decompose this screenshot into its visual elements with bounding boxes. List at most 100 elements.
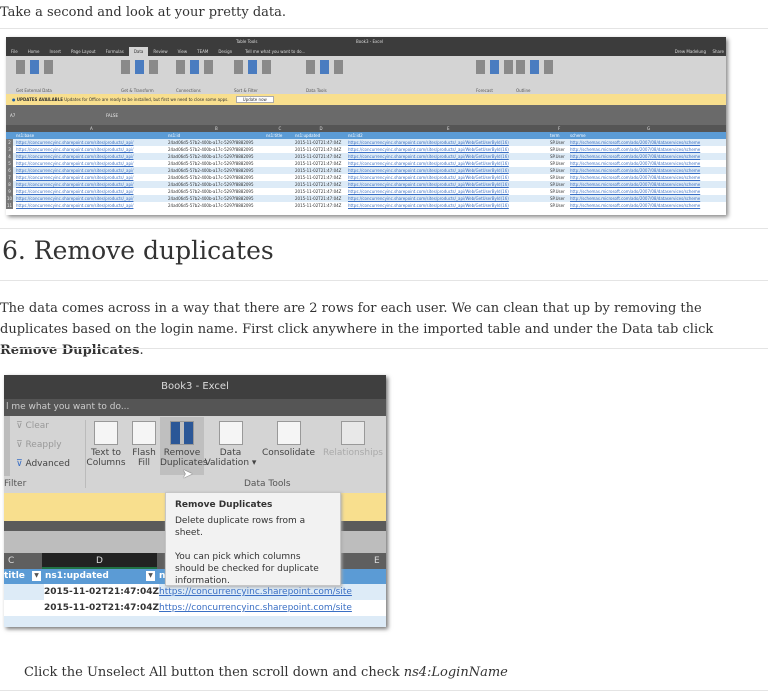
table-cell[interactable]: https://concurrencyinc.sharepoint.com/si… (348, 181, 547, 188)
ribbon-button-icon[interactable] (476, 60, 485, 74)
table-cell[interactable]: http://schemas.microsoft.com/ado/2007/08… (570, 174, 725, 181)
table-cell[interactable]: http://schemas.microsoft.com/ado/2007/08… (570, 153, 725, 160)
column-letter[interactable]: D (320, 125, 323, 132)
row-number[interactable]: 10 (6, 195, 13, 202)
ribbon-button-consolidate[interactable]: Consolidate (257, 417, 320, 475)
table-cell[interactable]: http://schemas.microsoft.com/ado/2007/08… (570, 139, 725, 146)
table-cell[interactable]: https://concurrencyinc.sharepoint.com/si… (16, 153, 165, 160)
table-cell[interactable]: https://concurrencyinc.sharepoint.com/si… (348, 202, 547, 209)
table-cell[interactable]: http://schemas.microsoft.com/ado/2007/08… (570, 160, 725, 167)
ribbon-button-icon (276, 421, 301, 445)
table-cell[interactable]: http://schemas.microsoft.com/ado/2007/08… (570, 167, 725, 174)
ribbon-button-icon[interactable] (234, 60, 243, 74)
row-number[interactable]: 8 (6, 181, 13, 188)
row-number[interactable]: 4 (6, 153, 13, 160)
column-letter[interactable]: B (215, 125, 218, 132)
row-number[interactable]: 11 (6, 202, 13, 209)
filter-dropdown-icon[interactable]: ▼ (146, 571, 155, 581)
column-d[interactable]: D (42, 553, 157, 569)
ribbon-button-icon[interactable] (262, 60, 271, 74)
column-letter[interactable]: G (647, 125, 650, 132)
table-cell[interactable]: https://concurrencyinc.sharepoint.com/si… (348, 139, 547, 146)
column-letter[interactable]: F (558, 125, 560, 132)
row-number[interactable]: 5 (6, 160, 13, 167)
ribbon-button-icon[interactable] (544, 60, 553, 74)
table-cell[interactable]: https://concurrencyinc.sharepoint.com/si… (16, 174, 165, 181)
column-e[interactable]: E (374, 553, 380, 569)
tell-me-box[interactable]: l me what you want to do... (4, 399, 386, 416)
ribbon-tab[interactable]: Review (148, 47, 172, 56)
row-number[interactable]: 9 (6, 188, 13, 195)
table-cell[interactable]: https://concurrencyinc.sharepoint.com/si… (16, 188, 165, 195)
clear-button[interactable]: ⊽ Clear (16, 421, 49, 431)
table-cell[interactable]: http://schemas.microsoft.com/ado/2007/08… (570, 181, 725, 188)
table-cell[interactable]: https://concurrencyinc.sharepoint.com/si… (348, 167, 547, 174)
column-letter[interactable]: A (90, 125, 93, 132)
table-cell[interactable]: https://concurrencyinc.sharepoint.com/si… (348, 160, 547, 167)
table-cell[interactable]: http://schemas.microsoft.com/ado/2007/08… (570, 195, 725, 202)
ribbon-button-icon[interactable] (504, 60, 513, 74)
table-cell[interactable]: https://concurrencyinc.sharepoint.com/si… (348, 188, 547, 195)
table-cell[interactable]: http://schemas.microsoft.com/ado/2007/08… (570, 188, 725, 195)
table-cell[interactable]: https://concurrencyinc.sharepoint.com/si… (348, 153, 547, 160)
ribbon-tab[interactable]: Data (128, 47, 149, 56)
table-cell[interactable]: https://concurrencyinc.sharepoint.com/si… (348, 195, 547, 202)
ribbon-button-icon[interactable] (490, 60, 499, 74)
instruction-paragraph: The data comes across in a way that ther… (0, 301, 714, 358)
table-link[interactable]: https://concurrencyinc.sharepoint.com/si… (159, 600, 352, 616)
table-cell[interactable]: http://schemas.microsoft.com/ado/2007/08… (570, 146, 725, 153)
table-cell[interactable]: https://concurrencyinc.sharepoint.com/si… (16, 181, 165, 188)
ribbon-tab[interactable]: Formulas (101, 47, 129, 56)
ribbon-button-icon[interactable] (320, 60, 329, 74)
row-number[interactable]: 2 (6, 139, 13, 146)
share-button[interactable]: Share (712, 49, 724, 54)
ribbon-button-icon[interactable] (190, 60, 199, 74)
ribbon-tab[interactable]: Home (23, 47, 45, 56)
row-number[interactable]: 3 (6, 146, 13, 153)
table-cell[interactable]: https://concurrencyinc.sharepoint.com/si… (16, 195, 165, 202)
ribbon-button-icon[interactable] (149, 60, 158, 74)
ribbon-tab[interactable]: Page Layout (66, 47, 101, 56)
ribbon-button-text-to[interactable]: Text to Columns (86, 417, 126, 475)
ribbon-tab[interactable]: File (6, 47, 23, 56)
column-c[interactable]: C (8, 553, 14, 569)
ribbon-tab[interactable]: View (173, 47, 193, 56)
filter-dropdown-icon[interactable]: ▼ (32, 571, 41, 581)
table-cell[interactable]: https://concurrencyinc.sharepoint.com/si… (348, 174, 547, 181)
ribbon-button-icon[interactable] (204, 60, 213, 74)
ribbon-button-icon[interactable] (121, 60, 130, 74)
ribbon-button-icon (94, 421, 118, 445)
ribbon-button-icon[interactable] (135, 60, 144, 74)
ribbon-button-icon[interactable] (248, 60, 257, 74)
table-cell[interactable]: https://concurrencyinc.sharepoint.com/si… (16, 202, 165, 209)
table-cell[interactable]: https://concurrencyinc.sharepoint.com/si… (16, 146, 165, 153)
table-cell[interactable]: https://concurrencyinc.sharepoint.com/si… (16, 139, 165, 146)
ribbon-button-icon[interactable] (30, 60, 39, 74)
ribbon-button-icon (341, 421, 365, 445)
ribbon-tab[interactable]: Design (213, 47, 237, 56)
table-cell[interactable]: https://concurrencyinc.sharepoint.com/si… (16, 160, 165, 167)
ribbon-button-icon[interactable] (516, 60, 525, 74)
advanced-button[interactable]: ⊽ Advanced (16, 459, 70, 469)
ribbon-button-flash[interactable]: Flash Fill (128, 417, 160, 475)
ribbon-button-icon[interactable] (16, 60, 25, 74)
table-cell[interactable]: https://concurrencyinc.sharepoint.com/si… (16, 167, 165, 174)
reapply-button[interactable]: ⊽ Reapply (16, 440, 62, 450)
table-cell[interactable]: http://schemas.microsoft.com/ado/2007/08… (570, 202, 725, 209)
ribbon-button-icon[interactable] (44, 60, 53, 74)
ribbon-tab[interactable]: TEAM (192, 47, 213, 56)
ribbon-button-data[interactable]: Data Validation ▾ (204, 417, 257, 475)
table-cell[interactable]: https://concurrencyinc.sharepoint.com/si… (348, 146, 547, 153)
ribbon-button-icon[interactable] (334, 60, 343, 74)
tell-me-box[interactable]: Tell me what you want to do... (245, 49, 305, 54)
ribbon-button-relationships[interactable]: Relationships (320, 417, 386, 475)
column-letter[interactable]: C (279, 125, 282, 132)
row-number[interactable]: 7 (6, 174, 13, 181)
update-now-button[interactable]: Update now (235, 96, 274, 103)
ribbon-button-icon[interactable] (306, 60, 315, 74)
row-number[interactable]: 6 (6, 167, 13, 174)
ribbon-button-icon[interactable] (176, 60, 185, 74)
ribbon-tab[interactable]: Insert (45, 47, 66, 56)
ribbon-button-icon[interactable] (530, 60, 539, 74)
column-letter[interactable]: E (447, 125, 450, 132)
